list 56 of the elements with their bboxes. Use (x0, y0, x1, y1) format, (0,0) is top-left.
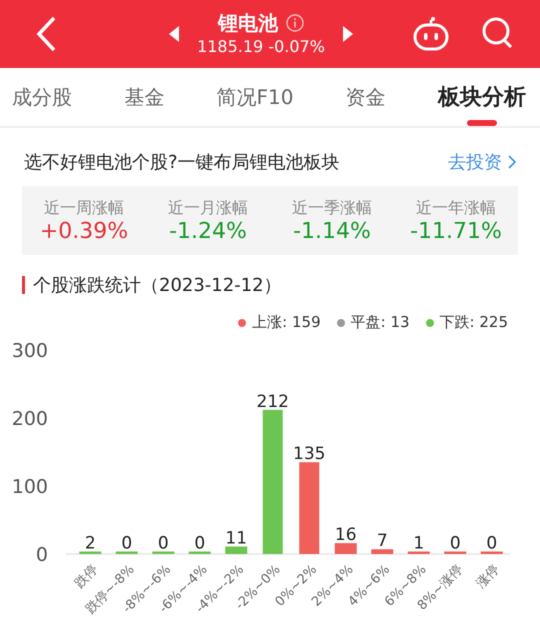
promo-text: 选不好锂电池个股?一键布局锂电池板块 (24, 151, 340, 174)
return-value: -1.24% (169, 218, 247, 244)
bar (188, 552, 211, 554)
bar-value-label: 0 (121, 534, 132, 554)
bar (116, 552, 138, 554)
bar (480, 552, 503, 554)
bar (225, 546, 248, 554)
bar-value-label: 0 (486, 534, 498, 554)
bar-value-label: 11 (225, 528, 248, 549)
bar-value-label: 16 (334, 525, 357, 546)
tab[interactable]: 成分股 (12, 68, 72, 126)
tab[interactable]: 简况F10 (216, 68, 294, 126)
bar (408, 552, 430, 554)
return-label: 近一季涨幅 (292, 198, 372, 218)
y-tick-label: 0 (36, 544, 48, 566)
bar-value-label: 1 (413, 534, 424, 554)
robot-icon[interactable] (412, 16, 450, 52)
previous-button[interactable] (167, 25, 181, 43)
legend-label: 下跌: 225 (440, 313, 508, 332)
bar-value-label: 7 (376, 531, 388, 552)
tab[interactable]: 基金 (124, 68, 164, 126)
bar-value-label: 0 (194, 534, 206, 554)
chevron-icon (508, 155, 516, 169)
bar (152, 552, 174, 554)
next-button[interactable] (341, 25, 355, 43)
tab[interactable]: 板块分析 (438, 68, 526, 126)
tab[interactable]: 资金 (346, 68, 386, 126)
return-value: -1.14% (293, 218, 371, 244)
bar-value-label: 212 (256, 392, 289, 412)
search-icon[interactable] (482, 16, 514, 50)
y-tick-label: 100 (12, 476, 48, 498)
legend-label: 上涨: 159 (252, 313, 321, 332)
index-quote: 1185.19 -0.07% (197, 36, 325, 58)
bar-value-label: 0 (450, 534, 461, 554)
return-value: +0.39% (40, 218, 128, 244)
return-label: 近一年涨幅 (416, 198, 496, 218)
return-value: -11.71% (410, 218, 502, 244)
legend-label: 平盘: 13 (350, 313, 410, 332)
bar-value-label: 0 (158, 534, 169, 554)
bar-value-label: 2 (84, 534, 96, 554)
section-marker (22, 276, 25, 294)
bar (334, 543, 357, 554)
return-label: 近一月涨幅 (168, 198, 248, 218)
section-title: 个股涨跌统计（2023-12-12） (33, 274, 282, 297)
bar (371, 549, 394, 554)
invest-link[interactable]: 去投资 (448, 150, 516, 174)
bar (79, 552, 102, 554)
bar (444, 552, 466, 554)
y-tick-label: 200 (12, 408, 48, 430)
y-tick-label: 300 (12, 340, 48, 362)
header-title: 锂电池 (218, 10, 278, 36)
x-tick-label: 涨停 (474, 562, 503, 592)
x-tick-label: 跌停 (72, 562, 102, 592)
return-label: 近一周涨幅 (44, 198, 124, 218)
bar-value-label: 135 (293, 444, 326, 464)
info-icon[interactable] (286, 14, 304, 32)
